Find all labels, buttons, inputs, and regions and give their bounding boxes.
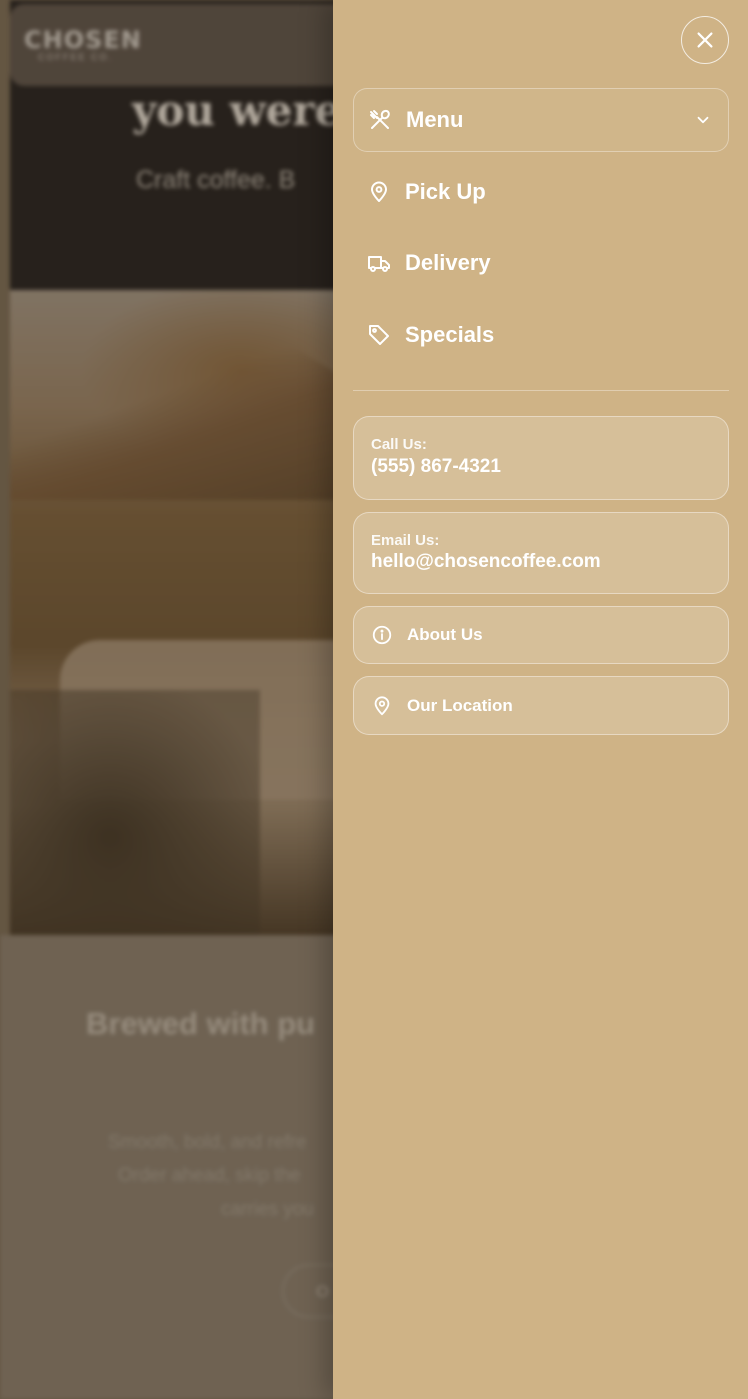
our-location-button[interactable]: Our Location: [353, 676, 729, 735]
nav-item-menu[interactable]: Menu: [353, 88, 729, 152]
chevron-down-icon[interactable]: [694, 111, 712, 129]
call-us-card[interactable]: Call Us: (555) 867-4321: [353, 416, 729, 500]
nav-item-label: Specials: [405, 322, 495, 347]
utensils-icon: [368, 108, 392, 132]
nav-item-delivery[interactable]: Delivery: [353, 231, 729, 295]
close-icon: [694, 29, 716, 51]
call-us-label: Call Us:: [371, 436, 427, 453]
email-us-label: Email Us:: [371, 532, 440, 549]
location-pin-icon: [367, 180, 391, 204]
nav-item-label: Delivery: [405, 250, 491, 275]
about-us-label: About Us: [407, 625, 483, 644]
truck-icon: [367, 251, 391, 275]
email-address[interactable]: hello@chosencoffee.com: [371, 551, 728, 573]
nav-item-specials[interactable]: Specials: [353, 303, 729, 367]
about-us-button[interactable]: About Us: [353, 606, 729, 664]
close-button[interactable]: [681, 16, 729, 64]
our-location-label: Our Location: [407, 695, 513, 715]
nav-drawer: Menu Pick Up Delivery Specials Call Us: …: [333, 0, 748, 1399]
info-icon: [371, 624, 393, 646]
nav-item-label: Pick Up: [405, 179, 486, 204]
nav-item-label: Menu: [406, 107, 464, 132]
phone-number[interactable]: (555) 867-4321: [371, 456, 728, 478]
tag-icon: [367, 323, 391, 347]
nav-item-pick-up[interactable]: Pick Up: [353, 160, 729, 224]
email-us-card[interactable]: Email Us: hello@chosencoffee.com: [353, 512, 729, 594]
location-pin-icon: [371, 695, 393, 717]
drawer-divider: [353, 390, 729, 391]
